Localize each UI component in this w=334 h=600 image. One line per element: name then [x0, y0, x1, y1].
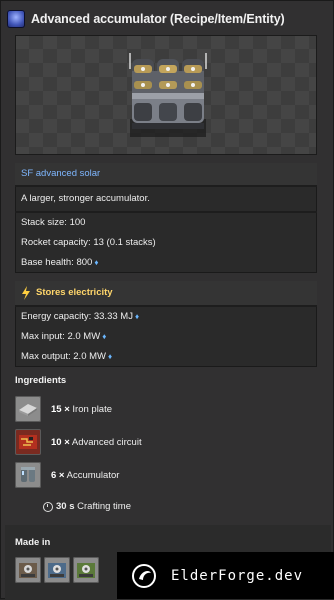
- ingredient-row[interactable]: 6 × Accumulator: [15, 461, 317, 489]
- info-icon[interactable]: ♦: [135, 312, 139, 321]
- crafting-time-label: Crafting time: [77, 501, 131, 512]
- base-health-row: Base health: 800 ♦: [15, 253, 317, 273]
- accumulator-icon[interactable]: [15, 462, 41, 488]
- entity-preview: [15, 35, 317, 155]
- energy-capacity: Energy capacity: 33.33 MJ: [21, 311, 133, 322]
- assembling-machine-2-icon[interactable]: [44, 557, 70, 583]
- info-icon[interactable]: ♦: [102, 332, 106, 341]
- made-in-title: Made in: [15, 537, 51, 548]
- accumulator-recipe-icon: [7, 10, 25, 28]
- max-input: Max input: 2.0 MW: [21, 331, 101, 342]
- elderforge-logo-icon: [132, 563, 156, 588]
- info-icon[interactable]: ♦: [94, 258, 98, 267]
- description: A larger, stronger accumulator.: [21, 193, 150, 204]
- electricity-title: Stores electricity: [36, 287, 113, 298]
- crafting-time-value: 30 s: [56, 501, 75, 512]
- ingredient-text: 6 × Accumulator: [51, 469, 120, 481]
- info-panel: SF advanced solar A larger, stronger acc…: [15, 163, 317, 273]
- ingredient-text: 15 × Iron plate: [51, 403, 113, 415]
- max-output-row: Max output: 2.0 MW ♦: [15, 347, 317, 367]
- electricity-header: Stores electricity: [15, 281, 317, 305]
- ingredient-row[interactable]: 10 × Advanced circuit: [15, 428, 317, 456]
- crafting-time: 30 s Crafting time: [43, 501, 131, 512]
- advanced-circuit-icon[interactable]: [15, 429, 41, 455]
- iron-plate-icon[interactable]: [15, 396, 41, 422]
- ingredient-text: 10 × Advanced circuit: [51, 436, 142, 448]
- assembling-machine-3-icon[interactable]: [73, 557, 99, 583]
- window-title: Advanced accumulator (Recipe/Item/Entity…: [31, 12, 285, 26]
- max-output: Max output: 2.0 MW: [21, 351, 107, 362]
- mod-source-label: SF advanced solar: [15, 163, 317, 185]
- advanced-accumulator-entity-image: [129, 53, 207, 137]
- title-bar: Advanced accumulator (Recipe/Item/Entity…: [5, 5, 331, 33]
- stack-size: Stack size: 100: [21, 217, 86, 228]
- lightning-icon: [22, 286, 30, 300]
- tooltip-window: Advanced accumulator (Recipe/Item/Entity…: [0, 0, 334, 600]
- watermark-banner: ElderForge.dev: [117, 552, 334, 599]
- watermark-text: ElderForge.dev: [171, 567, 304, 584]
- electricity-panel: Stores electricity Energy capacity: 33.3…: [15, 281, 317, 367]
- energy-capacity-row: Energy capacity: 33.33 MJ ♦: [15, 307, 317, 327]
- ingredients-title: Ingredients: [15, 375, 67, 386]
- made-in-machines: [15, 557, 99, 583]
- assembling-machine-1-icon[interactable]: [15, 557, 41, 583]
- clock-icon: [43, 501, 53, 512]
- ingredient-row[interactable]: 15 × Iron plate: [15, 395, 317, 423]
- info-icon[interactable]: ♦: [108, 352, 112, 361]
- max-input-row: Max input: 2.0 MW ♦: [15, 327, 317, 347]
- rocket-capacity: Rocket capacity: 13 (0.1 stacks): [21, 237, 156, 248]
- base-health: Base health: 800: [21, 257, 93, 268]
